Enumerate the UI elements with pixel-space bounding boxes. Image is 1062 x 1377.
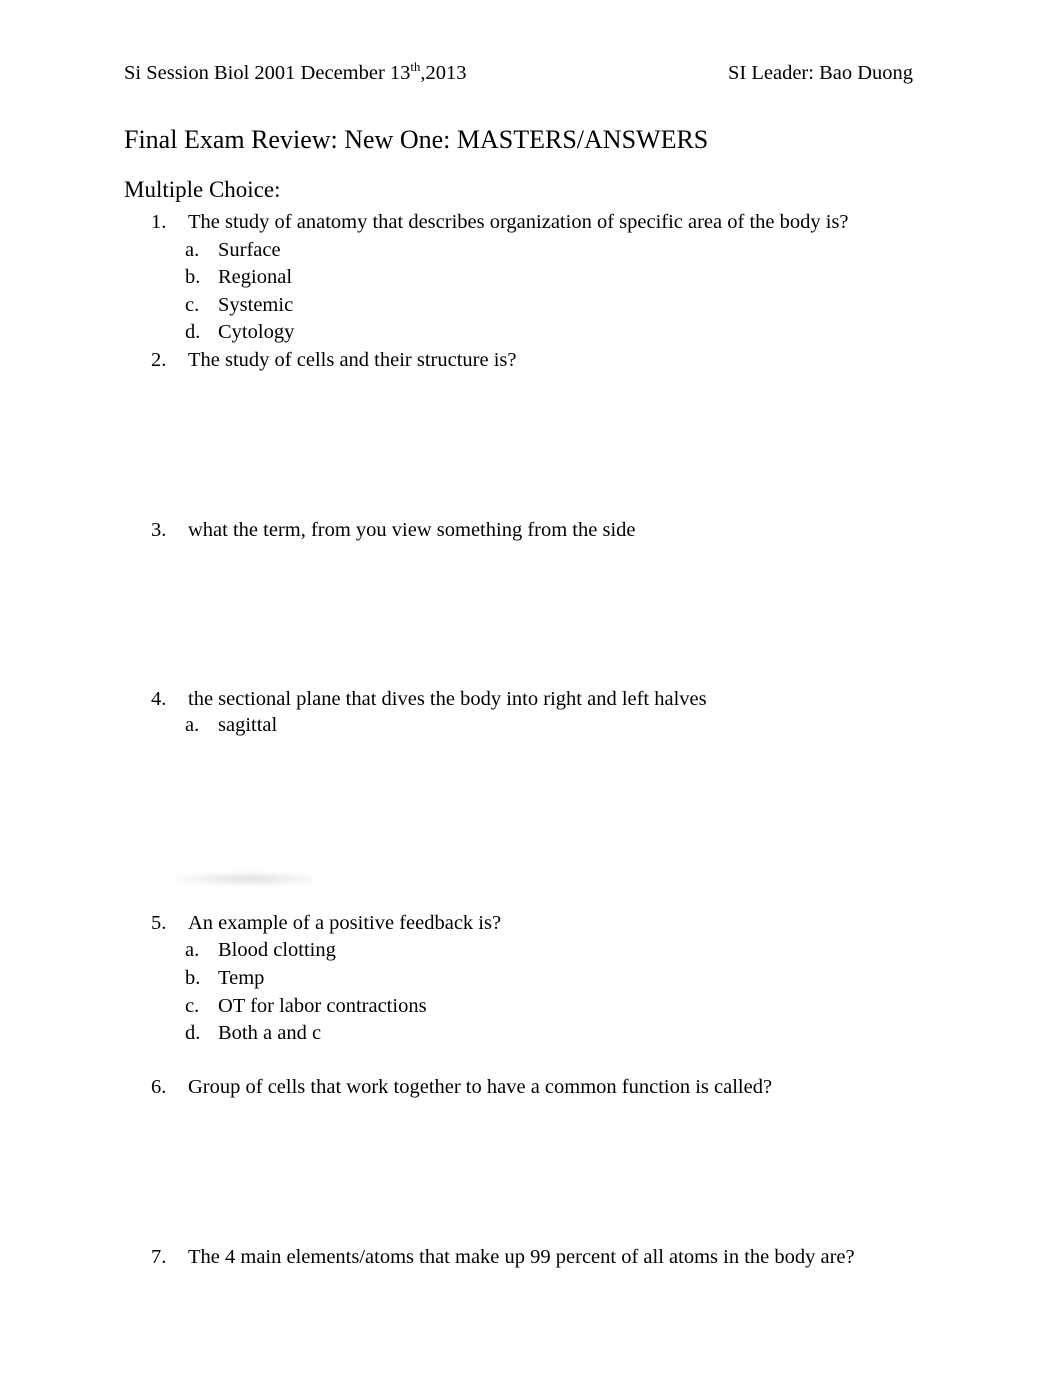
- option-marker: c.: [185, 995, 200, 1017]
- question-text: the sectional plane that dives the body …: [188, 688, 707, 710]
- question-item: 4. the sectional plane that dives the bo…: [151, 686, 707, 713]
- option-item: a. Blood clotting: [185, 937, 336, 964]
- document-page: Si Session Biol 2001 December 13th,2013 …: [0, 0, 1062, 1377]
- question-marker: 6.: [151, 1076, 167, 1098]
- option-item: c. Systemic: [185, 292, 293, 319]
- option-marker: a.: [185, 939, 200, 961]
- option-marker: d.: [185, 1022, 201, 1044]
- option-item: d. Cytology: [185, 319, 294, 346]
- question-item: 2. The study of cells and their structur…: [151, 347, 516, 374]
- question-marker: 1.: [151, 211, 167, 233]
- question-text: The study of anatomy that describes orga…: [188, 211, 849, 233]
- option-text: Both a and c: [218, 1022, 322, 1044]
- question-text: what the term, from you view something f…: [188, 519, 636, 541]
- question-item: 6. Group of cells that work together to …: [151, 1074, 772, 1101]
- option-text: OT for labor contractions: [218, 995, 427, 1017]
- question-item: 5. An example of a positive feedback is?: [151, 910, 501, 937]
- question-marker: 3.: [151, 519, 167, 541]
- option-marker: b.: [185, 266, 201, 288]
- question-list: 1. The study of anatomy that describes o…: [0, 0, 1062, 1377]
- option-text: Surface: [218, 239, 281, 261]
- option-marker: c.: [185, 294, 200, 316]
- option-item: c. OT for labor contractions: [185, 993, 427, 1020]
- question-text: The study of cells and their structure i…: [188, 349, 517, 371]
- question-marker: 7.: [151, 1246, 167, 1268]
- option-item: d. Both a and c: [185, 1020, 321, 1047]
- question-marker: 2.: [151, 349, 167, 371]
- question-item: 3. what the term, from you view somethin…: [151, 517, 636, 544]
- option-item: b. Temp: [185, 965, 264, 992]
- option-text: Systemic: [218, 294, 294, 316]
- question-marker: 4.: [151, 688, 167, 710]
- question-item: 1. The study of anatomy that describes o…: [151, 209, 849, 236]
- option-text: Cytology: [218, 321, 295, 343]
- option-text: sagittal: [218, 714, 278, 736]
- option-marker: d.: [185, 321, 201, 343]
- question-item: 7. The 4 main elements/atoms that make u…: [151, 1244, 855, 1271]
- option-item: b. Regional: [185, 264, 292, 291]
- option-item: a. sagittal: [185, 712, 277, 739]
- question-text: An example of a positive feedback is?: [188, 912, 502, 934]
- option-marker: a.: [185, 714, 200, 736]
- option-text: Regional: [218, 266, 293, 288]
- question-marker: 5.: [151, 912, 167, 934]
- question-text: The 4 main elements/atoms that make up 9…: [188, 1246, 855, 1268]
- option-text: Temp: [218, 967, 265, 989]
- option-marker: a.: [185, 239, 200, 261]
- question-text: Group of cells that work together to hav…: [188, 1076, 773, 1098]
- option-text: Blood clotting: [218, 939, 336, 961]
- option-marker: b.: [185, 967, 201, 989]
- option-item: a. Surface: [185, 237, 281, 264]
